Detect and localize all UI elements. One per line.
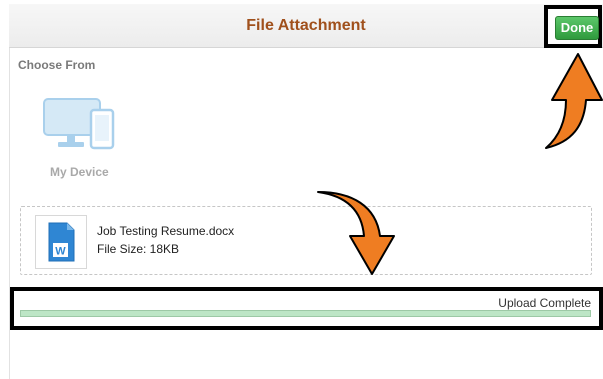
done-button[interactable]: Done [555,16,599,40]
file-thumbnail: W [35,215,87,269]
dialog-title: File Attachment [246,17,366,34]
upload-progress-bar [20,310,591,317]
upload-status: Upload Complete [498,296,591,310]
choose-from-label: Choose From [18,58,96,72]
attached-file-box [20,206,592,275]
svg-text:W: W [55,246,66,258]
arrow-to-done-icon [545,53,603,149]
dialog-header: File Attachment [9,4,603,48]
my-device-label[interactable]: My Device [50,165,109,179]
file-name: Job Testing Resume.docx [97,224,235,238]
file-size: File Size: 18KB [97,242,180,256]
upload-progress-fill [21,311,590,316]
file-attachment-dialog: File Attachment Done Choose From My Devi… [0,0,603,379]
word-doc-icon: W [48,222,75,262]
arrow-to-progress-icon [317,191,395,275]
device-icon[interactable] [42,96,116,152]
